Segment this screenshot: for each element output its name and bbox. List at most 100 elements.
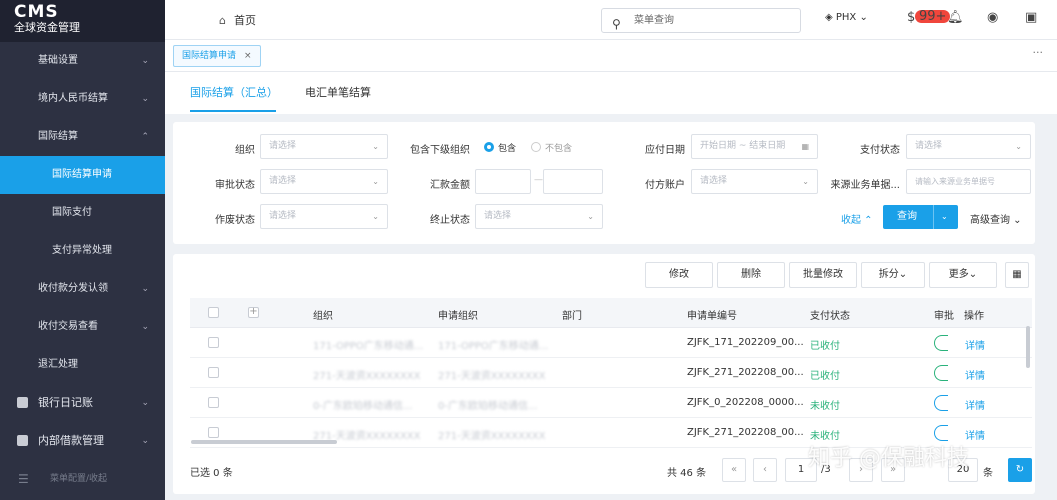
tab-single-wire[interactable]: 电汇单笔结算 xyxy=(305,84,371,100)
more-label: 更多 xyxy=(948,269,969,280)
column-header-apply-no[interactable]: 申请单编号 xyxy=(687,307,737,322)
column-settings-icon[interactable]: ▦ xyxy=(1005,262,1029,288)
table-header: + 组织 申请组织 部门 申请单编号 支付状态 审批 操作 xyxy=(190,298,1032,328)
layout-icon[interactable]: ▣ xyxy=(1025,10,1037,25)
menu-search-input[interactable]: ⚲ 菜单查询 xyxy=(601,8,801,33)
chevron-down-icon: ⌄ xyxy=(372,177,379,186)
column-header-org[interactable]: 组织 xyxy=(313,307,333,322)
void-select[interactable]: 请选择 ⌄ xyxy=(260,204,388,229)
radio-exclude[interactable]: 不包含 xyxy=(531,141,572,154)
cell-apply-org: 171-OPPO广东移动通... xyxy=(438,341,549,352)
cell-apply-no: ZJFK_271_202208_00... xyxy=(687,427,804,438)
date-placeholder: 开始日期 ~ 结束日期 xyxy=(700,141,786,151)
advanced-query-button[interactable]: 高级查询 ⌄ xyxy=(970,211,1022,226)
cell-org: 271-天波资XXXXXXXX xyxy=(313,371,421,382)
tab-intl-settlement-apply[interactable]: 国际结算申请 × xyxy=(173,45,261,67)
cell-org: 171-OPPO广东移动通... xyxy=(313,341,424,352)
input-placeholder: 请输入来源业务单据号 xyxy=(915,177,995,186)
delete-button[interactable]: 删除 xyxy=(717,262,785,288)
radio-include[interactable]: 包含 xyxy=(484,141,516,154)
selected-count: 已选 0 条 xyxy=(190,468,233,479)
collapse-link[interactable]: 收起 ⌃ xyxy=(841,211,873,226)
stop-select[interactable]: 请选择 ⌄ xyxy=(475,204,603,229)
edit-button[interactable]: 修改 xyxy=(645,262,713,288)
advanced-label: 高级查询 xyxy=(970,215,1010,226)
column-header-approval[interactable]: 审批 xyxy=(934,307,954,322)
org-select[interactable]: 请选择 ⌄ xyxy=(260,134,388,159)
notification-badge: 99+ xyxy=(915,10,951,23)
sidebar-item-intl-settlement[interactable]: 国际结算 ⌃ xyxy=(0,118,165,156)
layers-icon: ◈ xyxy=(825,12,836,23)
row-checkbox[interactable] xyxy=(208,397,219,408)
chevron-down-icon: ⌄ xyxy=(141,398,149,408)
sidebar-menu-config[interactable]: ☰ 菜单配置/收起 xyxy=(0,460,165,498)
table-row[interactable]: 0-广东欧珀移动通信... 0-广东欧珀移动通信... ZJFK_0_20220… xyxy=(190,388,1032,418)
loan-icon xyxy=(17,435,28,446)
detail-link[interactable]: 详情 xyxy=(965,367,985,382)
batch-edit-button[interactable]: 批量修改 xyxy=(789,262,857,288)
amount-min-input[interactable] xyxy=(475,169,531,194)
home-icon: ⌂ xyxy=(219,14,226,27)
more-tabs-icon[interactable]: ··· xyxy=(1033,46,1044,59)
sidebar-item-intl-settlement-apply[interactable]: 国际结算申请 xyxy=(0,156,165,194)
select-placeholder: 请选择 xyxy=(700,176,728,186)
pay-status-select[interactable]: 请选择 ⌄ xyxy=(906,134,1031,159)
chevron-down-icon[interactable]: ⌄ xyxy=(941,205,948,229)
amount-max-input[interactable] xyxy=(543,169,603,194)
approve-label: 审批状态 xyxy=(215,180,255,191)
source-doc-input[interactable]: 请输入来源业务单据号 xyxy=(906,169,1031,194)
amount-separator: — xyxy=(534,175,543,185)
close-icon[interactable]: × xyxy=(244,51,252,61)
query-button[interactable]: 查询 ⌄ xyxy=(883,205,958,229)
expand-icon[interactable]: + xyxy=(248,307,259,318)
sidebar-item-intl-payment[interactable]: 国际支付 xyxy=(0,194,165,232)
user-icon[interactable]: ◉ xyxy=(987,10,998,25)
select-placeholder: 请选择 xyxy=(915,141,943,151)
due-date-range[interactable]: 开始日期 ~ 结束日期 ▦ xyxy=(691,134,818,159)
column-header-apply-org[interactable]: 申请组织 xyxy=(438,307,478,322)
radio-dot xyxy=(531,142,541,152)
chevron-up-icon: ⌃ xyxy=(861,215,873,226)
column-header-pay-status[interactable]: 支付状态 xyxy=(810,307,850,322)
split-button[interactable]: 拆分⌄ xyxy=(861,262,925,288)
table-row[interactable]: 171-OPPO广东移动通... 171-OPPO广东移动通... ZJFK_1… xyxy=(190,328,1032,358)
approve-select[interactable]: 请选择 ⌄ xyxy=(260,169,388,194)
org-switcher[interactable]: ◈ PHX ⌄ xyxy=(825,12,868,23)
dollar-icon[interactable]: $99+ xyxy=(907,10,951,25)
row-checkbox[interactable] xyxy=(208,367,219,378)
sidebar-item-claim[interactable]: 收付款分发认领 ⌄ xyxy=(0,270,165,308)
sidebar-item-basic-settings[interactable]: 基础设置 ⌄ xyxy=(0,42,165,80)
row-checkbox[interactable] xyxy=(208,337,219,348)
sidebar-item-refund[interactable]: 退汇处理 xyxy=(0,346,165,384)
chevron-down-icon: ⌄ xyxy=(1015,142,1022,151)
tab-summary[interactable]: 国际结算（汇总） xyxy=(190,84,278,100)
horizontal-scrollbar[interactable] xyxy=(191,440,337,444)
chevron-down-icon: ⌄ xyxy=(372,212,379,221)
account-select[interactable]: 请选择 ⌄ xyxy=(691,169,818,194)
sidebar-item-label: 银行日记账 xyxy=(38,396,93,409)
tab-label: 国际结算申请 xyxy=(182,51,237,61)
sidebar-item-bank-journal[interactable]: 银行日记账 ⌄ xyxy=(0,384,165,422)
more-button[interactable]: 更多⌄ xyxy=(929,262,997,288)
top-bar: ⌂ 首页 ⚲ 菜单查询 ◈ PHX ⌄ $99+ 🔔︎ ◉ ▣ xyxy=(165,0,1057,40)
sidebar-item-domestic-rmb[interactable]: 境内人民币结算 ⌄ xyxy=(0,80,165,118)
query-label: 查询 xyxy=(897,211,917,222)
refresh-button[interactable]: ↻ xyxy=(1008,458,1032,482)
first-page-button[interactable]: « xyxy=(722,458,746,482)
logo-title: CMS xyxy=(14,2,59,22)
sidebar-item-transactions[interactable]: 收付交易查看 ⌄ xyxy=(0,308,165,346)
table-row[interactable]: 271-天波资XXXXXXXX 271-天波资XXXXXXXX ZJFK_271… xyxy=(190,358,1032,388)
detail-link[interactable]: 详情 xyxy=(965,397,985,412)
column-header-dept[interactable]: 部门 xyxy=(562,307,582,322)
approval-tag xyxy=(934,395,948,411)
select-all-checkbox[interactable] xyxy=(208,307,219,318)
vertical-scrollbar[interactable] xyxy=(1026,326,1030,368)
sidebar-item-payment-exception[interactable]: 支付异常处理 xyxy=(0,232,165,270)
prev-page-button[interactable]: ‹ xyxy=(753,458,777,482)
sidebar-item-internal-loan[interactable]: 内部借款管理 ⌄ xyxy=(0,422,165,460)
row-checkbox[interactable] xyxy=(208,427,219,438)
bell-icon[interactable]: 🔔︎ xyxy=(947,10,964,25)
home-link[interactable]: ⌂ 首页 xyxy=(219,12,256,28)
detail-link[interactable]: 详情 xyxy=(965,337,985,352)
chevron-down-icon: ⌄ xyxy=(1010,215,1022,226)
